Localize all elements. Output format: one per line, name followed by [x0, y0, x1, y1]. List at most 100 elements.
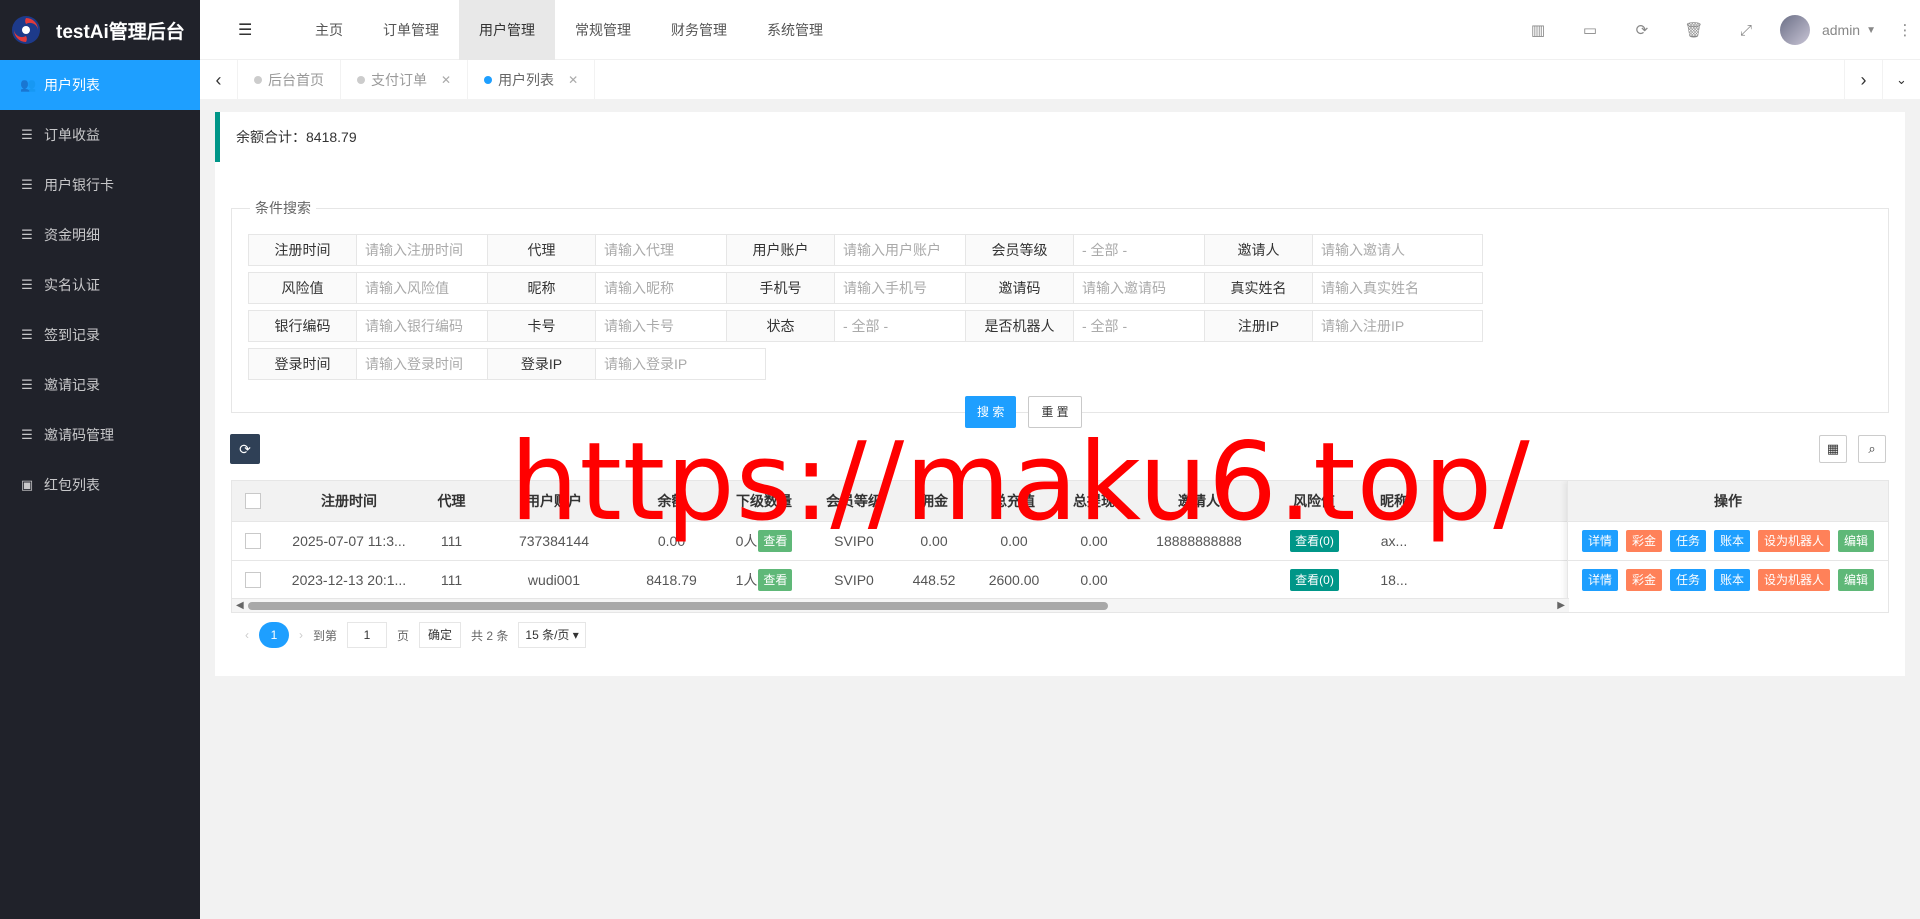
app-logo[interactable]: testAi管理后台	[0, 0, 200, 60]
tab-dot-icon	[254, 75, 262, 84]
sub-view-button[interactable]: 查看	[758, 530, 793, 552]
nav-item-2[interactable]: 用户管理	[459, 0, 555, 60]
op-button-2[interactable]: 任务	[1669, 530, 1706, 552]
tab-prev-icon[interactable]: ‹	[200, 59, 238, 100]
total-count: 共 2 条	[471, 628, 509, 643]
cell-inviter	[1134, 561, 1264, 599]
search-field: 是否机器人 - 全部 -	[965, 310, 1244, 342]
goto-confirm-button[interactable]: 确定	[419, 622, 462, 648]
scroll-right-icon[interactable]: ▶	[1557, 599, 1565, 612]
risk-view-button[interactable]: 查看(0)	[1290, 530, 1339, 552]
cell-level: SVIP0	[834, 572, 874, 588]
op-button-1[interactable]: 彩金	[1625, 530, 1662, 552]
op-button-5[interactable]: 编辑	[1838, 569, 1875, 591]
op-button-1[interactable]: 彩金	[1625, 569, 1662, 591]
op-button-0[interactable]: 详情	[1581, 530, 1618, 552]
goto-page-input[interactable]: 1	[347, 622, 388, 648]
cell-agent: 111	[440, 533, 463, 549]
sidebar-item-1[interactable]: ☰ 订单收益	[0, 110, 200, 160]
nav-item-5[interactable]: 系统管理	[747, 0, 843, 60]
column-header: 佣金	[920, 493, 948, 509]
nav-item-1[interactable]: 订单管理	[363, 0, 459, 60]
search-field: 邀请码 请输入邀请码	[965, 272, 1244, 304]
sidebar-item-4[interactable]: ☰ 实名认证	[0, 260, 200, 310]
page-current[interactable]: 1	[259, 622, 289, 648]
pagination: ‹ 1 › 到第 1 页 确定 共 2 条 15 条/页 ▾	[245, 620, 586, 650]
tab-0[interactable]: 后台首页	[238, 59, 341, 100]
tab-dot-icon	[357, 75, 365, 84]
cell-agent: 111	[440, 572, 463, 588]
next-page-icon[interactable]: ›	[299, 628, 303, 642]
op-button-4[interactable]: 设为机器人	[1758, 569, 1831, 591]
select-all-checkbox[interactable]	[245, 493, 261, 509]
fullscreen-icon[interactable]: ⤢	[1720, 22, 1772, 39]
trash-icon[interactable]: 🗑	[1668, 21, 1720, 39]
search-input[interactable]: 请输入邀请人	[1313, 234, 1483, 266]
table-refresh-button[interactable]: ⟳	[230, 434, 260, 464]
risk-view-button[interactable]: 查看(0)	[1290, 569, 1339, 591]
tab-next-icon[interactable]: ›	[1844, 59, 1882, 100]
logo-icon	[12, 16, 40, 44]
more-icon[interactable]: ⋮	[1890, 21, 1920, 39]
search-placeholder: 请输入卡号	[604, 318, 674, 334]
username: admin	[1821, 22, 1861, 38]
close-icon[interactable]: ✕	[568, 60, 578, 100]
prev-page-icon[interactable]: ‹	[245, 628, 249, 642]
scroll-thumb[interactable]	[248, 602, 1108, 610]
search-input[interactable]: 请输入注册IP	[1313, 310, 1483, 342]
search-input[interactable]: 请输入登录IP	[596, 348, 766, 380]
cell-nick: ax...	[1380, 533, 1408, 549]
sidebar-item-8[interactable]: ▣ 红包列表	[0, 460, 200, 510]
search-field: 用户账户 请输入用户账户	[726, 234, 1005, 266]
op-button-2[interactable]: 任务	[1669, 569, 1706, 591]
tab-label: 支付订单	[371, 71, 427, 88]
top-header: ☰ 主页 订单管理 用户管理 常规管理 财务管理 系统管理 ▥ ▭ ⟳ 🗑 ⤢ admin…	[200, 0, 1920, 60]
nav-item-3[interactable]: 常规管理	[555, 0, 651, 60]
sub-view-button[interactable]: 查看	[758, 569, 793, 591]
chart-icon[interactable]: ▥	[1512, 21, 1564, 39]
op-button-3[interactable]: 账本	[1714, 530, 1751, 552]
search-field-label: 用户账户	[726, 234, 835, 266]
columns-filter-icon[interactable]: ▦	[1819, 435, 1847, 463]
reset-button[interactable]: 重 置	[1028, 396, 1082, 428]
sidebar-item-3[interactable]: ☰ 资金明细	[0, 210, 200, 260]
sidebar-item-6[interactable]: ☰ 邀请记录	[0, 360, 200, 410]
per-page-select[interactable]: 15 条/页 ▾	[518, 622, 586, 648]
nav-item-4[interactable]: 财务管理	[651, 0, 747, 60]
search-field: 手机号 请输入手机号	[726, 272, 1005, 304]
op-button-3[interactable]: 账本	[1714, 569, 1751, 591]
op-button-4[interactable]: 设为机器人	[1758, 530, 1831, 552]
column-header: 代理	[437, 493, 466, 509]
column-header: 昵称	[1380, 493, 1408, 509]
menu-toggle-icon[interactable]: ☰	[238, 20, 252, 40]
column-header: 用户账户	[526, 493, 582, 509]
search-placeholder: 请输入登录时间	[365, 356, 463, 372]
row-checkbox[interactable]	[245, 533, 261, 549]
op-button-0[interactable]: 详情	[1581, 569, 1618, 591]
tab-dropdown-icon[interactable]: ⌄	[1882, 59, 1920, 100]
search-button[interactable]: 搜 索	[965, 396, 1017, 428]
user-menu[interactable]: admin ▼	[1779, 15, 1876, 45]
close-icon[interactable]: ✕	[441, 60, 451, 100]
card-icon[interactable]: ▭	[1564, 21, 1616, 39]
sidebar-item-2[interactable]: ☰ 用户银行卡	[0, 160, 200, 210]
row-checkbox[interactable]	[245, 572, 261, 588]
sidebar-item-label: 订单收益	[44, 127, 100, 143]
scroll-left-icon[interactable]: ◀	[236, 599, 244, 612]
search-input[interactable]: 请输入真实姓名	[1313, 272, 1483, 304]
tab-1[interactable]: 支付订单 ✕	[341, 59, 469, 100]
sidebar-item-label: 红包列表	[44, 477, 100, 493]
column-header: 邀请人	[1178, 493, 1220, 509]
sidebar-item-0[interactable]: 👥 用户列表	[0, 60, 200, 110]
tab-2[interactable]: 用户列表 ✕	[468, 59, 596, 100]
refresh-icon[interactable]: ⟳	[1616, 21, 1668, 39]
horizontal-scrollbar[interactable]: ◀ ▶	[232, 598, 1569, 612]
sidebar-item-5[interactable]: ☰ 签到记录	[0, 310, 200, 360]
sidebar-item-label: 用户列表	[44, 77, 100, 93]
op-button-5[interactable]: 编辑	[1838, 530, 1875, 552]
column-header: 下级数量	[736, 493, 792, 509]
nav-item-0[interactable]: 主页	[295, 0, 363, 60]
sidebar-item-7[interactable]: ☰ 邀请码管理	[0, 410, 200, 460]
search-icon[interactable]: ⌕	[1858, 435, 1886, 463]
cell-account: 737384144	[518, 533, 590, 549]
